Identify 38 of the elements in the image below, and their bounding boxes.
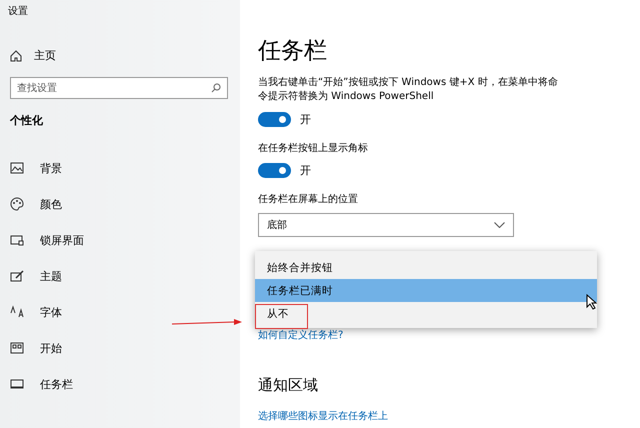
theme-icon (10, 269, 24, 283)
setting-label: 在任务栏按钮上显示角标 (258, 142, 369, 155)
sidebar-item[interactable]: 锁屏界面 (0, 230, 240, 250)
sidebar-item[interactable]: 颜色 (0, 194, 240, 214)
annotation-arrow (172, 319, 242, 327)
setting-label: 任务栏在屏幕上的位置 (258, 192, 359, 206)
position-dropdown[interactable]: 底部 (258, 213, 514, 237)
home-nav-item[interactable]: 主页 (10, 48, 240, 63)
notification-icons-link[interactable]: 选择哪些图标显示在任务栏上 (258, 409, 388, 423)
sidebar-item[interactable]: 字体 (0, 302, 240, 322)
menu-option[interactable]: 任务栏已满时 (255, 279, 597, 302)
window-title: 设置 (7, 4, 29, 18)
sidebar-item[interactable]: 背景 (0, 158, 240, 178)
page-title: 任务栏 (258, 37, 328, 66)
sidebar-item[interactable]: 开始 (0, 338, 240, 358)
palette-icon (10, 197, 24, 211)
section-heading: 个性化 (10, 113, 44, 128)
search-icon (211, 83, 221, 93)
font-icon (10, 305, 24, 319)
help-link[interactable]: 如何自定义任务栏? (258, 328, 344, 342)
highlight-frame (255, 304, 308, 329)
section-heading: 通知区域 (258, 376, 319, 395)
toggle-state-label: 开 (300, 112, 311, 127)
cursor-icon (586, 294, 597, 310)
sidebar-item[interactable]: 主题 (0, 266, 240, 286)
toggle-switch[interactable] (258, 163, 291, 178)
image-icon (10, 161, 24, 175)
start-icon (10, 341, 24, 355)
menu-option[interactable]: 始终合并按钮 (255, 256, 597, 279)
chevron-down-icon (494, 222, 505, 228)
search-field[interactable]: 查找设置 (10, 77, 228, 99)
home-icon (10, 50, 22, 62)
setting-label: 当我右键单击“开始”按钮或按下 Windows 键+X 时，在菜单中将命令提示符替换为 Windows PowerShell (258, 76, 558, 104)
sidebar-item[interactable]: 任务栏 (0, 374, 240, 394)
lock-screen-icon (10, 233, 24, 247)
taskbar-icon (10, 377, 24, 391)
toggle-state-label: 开 (300, 163, 311, 178)
toggle-switch[interactable] (258, 112, 291, 127)
